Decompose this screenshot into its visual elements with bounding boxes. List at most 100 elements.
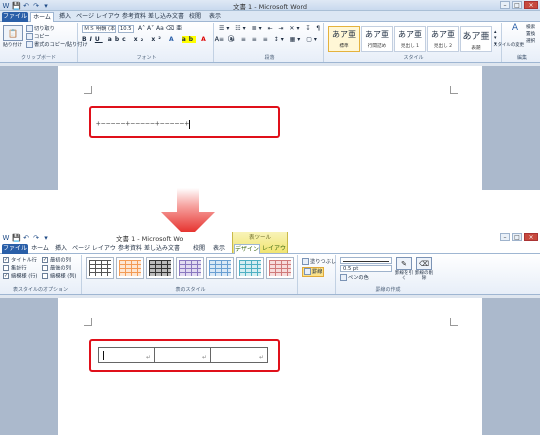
table-style-purple[interactable]: [176, 257, 204, 279]
ribbon-tabs: ファイル ホーム 挿入 ページ レイアウト 参考資料 差し込み文書 校閲 表示: [0, 11, 540, 30]
replace-button[interactable]: 置換: [526, 32, 535, 38]
cut-button[interactable]: 切り取り: [26, 25, 55, 33]
group-draw-borders: 0.5 pt ペンの色 ✎ 罫線を引く ⌫ 罫線の削除 罫線の作成: [338, 255, 438, 294]
screenshot-before: W 💾 ↶ ↷ ▾ 文書 1 - Microsoft Word – □ × ファ…: [0, 0, 540, 190]
tab-home[interactable]: ホーム: [30, 12, 54, 22]
pen-weight-select[interactable]: 0.5 pt: [340, 265, 392, 272]
table-style-orange[interactable]: [116, 257, 144, 279]
text-cursor: [103, 351, 104, 360]
checkbox: [42, 273, 48, 279]
table-style-blue[interactable]: [206, 257, 234, 279]
style-no-spacing[interactable]: あア亜 行間詰め: [361, 26, 393, 52]
typed-plus-line[interactable]: +−−−−−+−−−−−+−−−−−+: [96, 118, 272, 130]
maximize-button[interactable]: □: [512, 233, 522, 241]
cut-label: 切り取り: [34, 26, 55, 32]
close-button[interactable]: ×: [524, 233, 538, 241]
table-style-dark[interactable]: [146, 257, 174, 279]
font-size-box[interactable]: 10.5: [118, 25, 134, 33]
tab-mailings[interactable]: 差し込み文書: [148, 12, 184, 22]
option-banded-columns[interactable]: 縞模様 (列): [42, 273, 76, 281]
paste-button[interactable]: 貼り付け: [3, 42, 22, 49]
tab-review[interactable]: 校閲: [186, 12, 204, 22]
minimize-button[interactable]: –: [500, 1, 510, 9]
pen-color-button[interactable]: ペンの色: [340, 274, 369, 282]
eraser-button[interactable]: 罫線の削除: [414, 271, 434, 281]
tab-design[interactable]: デザイン: [234, 244, 260, 254]
line-style-select[interactable]: [340, 257, 392, 264]
list-buttons[interactable]: ☰▾ ☷▾ ≣▾ ⇤ ⇥ ✕▾ ↧ ¶: [219, 25, 322, 32]
undo-icon[interactable]: ↶: [22, 234, 30, 242]
font-name-box[interactable]: ＭＳ 明朝 (本文): [82, 25, 116, 33]
tab-home[interactable]: ホーム: [30, 244, 50, 254]
table-cell[interactable]: ↵: [211, 348, 267, 362]
option-label: 集計行: [11, 265, 27, 272]
text-cursor: [189, 119, 191, 129]
option-label: タイトル行: [11, 257, 37, 264]
ribbon-table-design: ✓ タイトル行 ✓ 最初の列 集計行 最後の列 ✓ 縞模様 (行) 縞模様 (列) 表…: [0, 254, 540, 295]
style-normal[interactable]: あア亜 標準: [328, 26, 360, 52]
qat-dropdown-icon[interactable]: ▾: [42, 234, 50, 242]
tab-mailings[interactable]: 差し込み文書: [144, 244, 180, 254]
typed-text: +−−−−−+−−−−−+−−−−−+: [96, 119, 190, 128]
tab-review[interactable]: 校閲: [190, 244, 208, 254]
font-size-tools[interactable]: A˄ A˅ Aa ⌫ 亜: [138, 25, 182, 32]
find-button[interactable]: 検索: [526, 25, 535, 31]
checkbox: [3, 265, 9, 271]
table-style-pink[interactable]: [266, 257, 294, 279]
close-button[interactable]: ×: [524, 1, 538, 9]
table-cell[interactable]: ↵: [99, 348, 155, 362]
change-styles-icon[interactable]: A: [505, 24, 525, 33]
tab-insert[interactable]: 挿入: [56, 12, 74, 22]
style-title[interactable]: あア亜 表題: [460, 26, 492, 52]
style-sample: あア亜: [462, 32, 490, 42]
font-format-buttons[interactable]: BIU abc x₂ x² A ab A Ａ ⓐ: [82, 36, 237, 43]
borders-button[interactable]: 罫線: [302, 267, 325, 277]
option-header-row[interactable]: ✓ タイトル行: [3, 257, 37, 265]
cell-mark: ↵: [258, 354, 264, 361]
draw-table-button[interactable]: 罫線を引く: [394, 271, 414, 281]
redo-icon[interactable]: ↷: [32, 234, 40, 242]
tab-file[interactable]: ファイル: [2, 12, 28, 22]
eraser-icon[interactable]: ⌫: [416, 257, 432, 270]
maximize-button[interactable]: □: [512, 1, 522, 9]
style-heading-2[interactable]: あア亜 見出し 2: [427, 26, 459, 52]
tab-view[interactable]: 表示: [210, 244, 228, 254]
tab-view[interactable]: 表示: [206, 12, 224, 22]
group-paragraph: ☰▾ ☷▾ ≣▾ ⇤ ⇥ ✕▾ ↧ ¶ ≡ ≡ ≡ ≡ ≡ ↕▾ ▦▾ ▢▾ 段…: [216, 23, 324, 62]
draw-table-icon[interactable]: ✎: [396, 257, 412, 270]
checkbox: [42, 265, 48, 271]
option-first-column[interactable]: ✓ 最初の列: [42, 257, 71, 265]
table-cell[interactable]: ↵: [155, 348, 211, 362]
tab-page-layout[interactable]: ページ レイアウト: [76, 12, 120, 30]
save-icon[interactable]: 💾: [12, 234, 21, 242]
converted-table[interactable]: ↵ ↵ ↵: [98, 347, 268, 363]
tab-references[interactable]: 参考資料: [122, 12, 146, 22]
tab-insert[interactable]: 挿入: [52, 244, 70, 254]
option-total-row[interactable]: 集計行: [3, 265, 27, 273]
pen-icon: [340, 274, 347, 281]
paste-icon[interactable]: 📋: [3, 25, 23, 41]
table-style-plain[interactable]: [86, 257, 114, 279]
select-button[interactable]: 選択: [526, 39, 535, 45]
style-name: 行間詰め: [367, 44, 387, 49]
option-banded-rows[interactable]: ✓ 縞模様 (行): [3, 273, 37, 281]
table-style-preview: [239, 260, 261, 276]
copy-button[interactable]: コピー: [26, 33, 50, 41]
tab-page-layout[interactable]: ページ レイアウト: [72, 244, 116, 262]
option-last-column[interactable]: 最後の列: [42, 265, 71, 273]
tab-table-layout[interactable]: レイアウト: [262, 244, 286, 262]
change-styles-label[interactable]: スタイルの変更: [484, 43, 524, 48]
word-icon: W: [2, 233, 10, 242]
style-heading-1[interactable]: あア亜 見出し 1: [394, 26, 426, 52]
align-buttons[interactable]: ≡ ≡ ≡ ≡ ≡ ↕▾ ▦▾ ▢▾: [219, 36, 319, 43]
group-label-editing: 編集: [516, 55, 527, 61]
minimize-button[interactable]: –: [500, 233, 510, 241]
group-styles: あア亜 標準 あア亜 行間詰め あア亜 見出し 1 あア亜 見出し 2 あア亜 表題 ▴ ▾…: [326, 23, 502, 62]
tab-file[interactable]: ファイル: [2, 244, 28, 254]
shading-button[interactable]: 塗りつぶし: [302, 258, 336, 266]
group-shading: 塗りつぶし 罫線: [300, 255, 336, 294]
group-label-options: 表スタイルのオプション: [12, 287, 68, 293]
table-style-teal[interactable]: [236, 257, 264, 279]
tab-references[interactable]: 参考資料: [118, 244, 142, 254]
format-painter-button[interactable]: 書式のコピー/貼り付け: [26, 41, 88, 49]
